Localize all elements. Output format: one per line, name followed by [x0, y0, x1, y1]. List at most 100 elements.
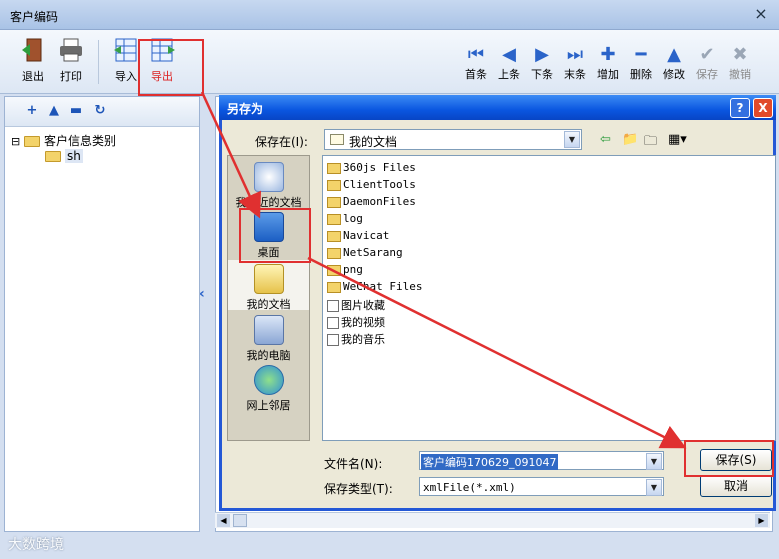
list-item[interactable]: Navicat [327, 229, 389, 242]
cancel-icon: ✖ [732, 44, 748, 65]
cancel-button[interactable]: 取消 [700, 475, 772, 497]
network-globe-icon [253, 365, 284, 395]
documents-folder-icon [330, 134, 344, 145]
horizontal-scrollbar[interactable]: ◀ ▶ [215, 512, 770, 528]
place-my-computer[interactable]: 我的电脑 [228, 311, 309, 363]
dialog-close-icon[interactable]: X [753, 98, 773, 118]
scroll-thumb[interactable] [233, 514, 247, 527]
next-label: 下条 [531, 68, 553, 81]
list-item[interactable]: DaemonFiles [327, 195, 416, 208]
tree-remove-icon[interactable]: ▬ [67, 102, 85, 120]
chevron-down-icon[interactable]: ▼ [646, 453, 662, 470]
last-label: 末条 [564, 68, 586, 81]
tree-up-icon[interactable]: ▲ [45, 102, 63, 120]
list-item[interactable]: ClientTools [327, 178, 416, 191]
chevron-down-icon[interactable]: ▼ [646, 479, 662, 496]
close-icon[interactable]: × [751, 5, 771, 23]
list-item[interactable]: 360js Files [327, 161, 416, 174]
chevron-down-icon[interactable]: ▼ [564, 131, 580, 148]
category-tree-pane: + ▲ ▬ ↻ ⊟ 客户信息类别 sh [4, 96, 200, 532]
add-label: 增加 [597, 68, 619, 81]
list-item[interactable]: WeChat Files [327, 280, 422, 293]
last-record-button[interactable]: ⏭ 末条 [559, 44, 591, 88]
folder-icon [327, 230, 341, 242]
file-name: 图片收藏 [341, 299, 385, 312]
first-icon: ⏮ [467, 44, 485, 65]
edit-icon: ▲ [667, 44, 681, 65]
tree-root-label: 客户信息类别 [44, 134, 117, 148]
cancel-toolbar-button[interactable]: ✖ 撤销 [724, 44, 756, 88]
tree-toolbar: + ▲ ▬ ↻ [5, 97, 199, 127]
place-network[interactable]: 网上邻居 [228, 361, 309, 413]
next-icon: ▶ [535, 44, 549, 65]
videos-folder-icon [327, 317, 339, 329]
filetype-select[interactable]: xmlFile(*.xml) ▼ [419, 477, 664, 496]
file-list[interactable]: 360js Files ClientTools DaemonFiles log … [322, 155, 776, 441]
print-button[interactable]: 打印 [52, 36, 90, 88]
folder-icon [327, 179, 341, 191]
list-item[interactable]: 我的视频 [327, 314, 385, 330]
save-in-select[interactable]: 我的文档 ▼ [324, 129, 582, 150]
place-my-documents[interactable]: 我的文档 [228, 260, 309, 311]
view-menu-icon[interactable]: ▦▾ [668, 132, 687, 147]
place-network-label: 网上邻居 [246, 399, 291, 412]
folder-icon [327, 264, 341, 276]
folder-icon [327, 213, 341, 225]
toolbar: 退出 打印 导入 导出 ⏮ 首条 ◀ 上条 ▶ 下条 ⏭ 末条 ✚ 增加 ━ 删除 ▲ 修改 … [0, 30, 779, 94]
tree-add-icon[interactable]: + [23, 102, 41, 120]
my-computer-icon [253, 315, 284, 345]
next-record-button[interactable]: ▶ 下条 [526, 44, 558, 88]
add-button[interactable]: ✚ 增加 [592, 44, 624, 88]
save-toolbar-button[interactable]: ✔ 保存 [691, 44, 723, 88]
collapse-icon[interactable]: ⊟ [11, 135, 20, 148]
edit-button[interactable]: ▲ 修改 [658, 44, 690, 88]
first-record-button[interactable]: ⏮ 首条 [460, 44, 492, 88]
desktop-highlight [239, 208, 311, 263]
filename-label: 文件名(N): [324, 457, 383, 471]
file-name: WeChat Files [343, 280, 423, 293]
file-name: 360js Files [343, 161, 416, 174]
list-item[interactable]: log [327, 212, 363, 225]
help-icon[interactable]: ? [730, 98, 750, 118]
tree-node-root[interactable]: ⊟ 客户信息类别 [11, 132, 116, 149]
folder-open-icon [45, 151, 61, 162]
file-name: 我的视频 [341, 316, 385, 329]
file-name: NetSarang [343, 246, 403, 259]
exit-button[interactable]: 退出 [14, 36, 52, 88]
dialog-title-bar: 另存为 ? X [219, 95, 776, 120]
places-bar: 我最近的文档 桌面 我的文档 我的电脑 网上邻居 [227, 155, 310, 441]
watermark: 大数跨境 [8, 537, 64, 553]
prev-record-button[interactable]: ◀ 上条 [493, 44, 525, 88]
place-recent[interactable]: 我最近的文档 [228, 158, 309, 210]
prev-icon: ◀ [502, 44, 516, 65]
list-item[interactable]: 图片收藏 [327, 297, 385, 313]
collapse-pane-icon[interactable]: ‹ [199, 286, 205, 302]
back-icon[interactable]: ⇦ [600, 132, 611, 147]
save-highlight [684, 440, 774, 477]
up-folder-icon[interactable]: 📁 [622, 132, 638, 147]
pictures-folder-icon [327, 300, 339, 312]
file-name: ClientTools [343, 178, 416, 191]
place-my-documents-label: 我的文档 [246, 298, 291, 311]
scroll-right-icon[interactable]: ▶ [755, 514, 768, 527]
printer-icon [57, 36, 85, 64]
window-title: 客户编码 [10, 10, 59, 24]
filetype-value: xmlFile(*.xml) [423, 481, 516, 494]
list-item[interactable]: NetSarang [327, 246, 403, 259]
tree-refresh-icon[interactable]: ↻ [91, 102, 109, 120]
exit-label: 退出 [22, 70, 44, 83]
filetype-label: 保存类型(T): [324, 482, 393, 496]
folder-icon [327, 281, 341, 293]
new-folder-icon[interactable]: 🗀 [644, 132, 657, 154]
scroll-left-icon[interactable]: ◀ [217, 514, 230, 527]
delete-button[interactable]: ━ 删除 [625, 44, 657, 88]
folder-icon [327, 247, 341, 259]
list-item[interactable]: 我的音乐 [327, 331, 385, 347]
filename-input[interactable]: 客户编码170629_091047 ▼ [419, 451, 664, 470]
tree-node-child[interactable]: sh [45, 149, 83, 163]
prev-label: 上条 [498, 68, 520, 81]
edit-label: 修改 [663, 68, 685, 81]
list-item[interactable]: png [327, 263, 363, 276]
file-name: png [343, 263, 363, 276]
delete-icon: ━ [635, 44, 647, 65]
